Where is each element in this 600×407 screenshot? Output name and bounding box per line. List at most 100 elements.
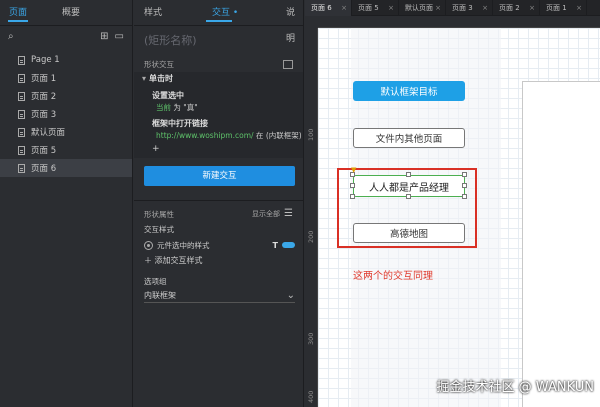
page-item-label: 页面 2 [31, 92, 57, 102]
add-interaction-style-button[interactable]: ＋ 添加交互样式 [134, 253, 303, 269]
expand-icon[interactable] [283, 59, 293, 69]
doc-tab-default[interactable]: 默认页面 × [399, 0, 446, 16]
target-current: 当前 [156, 103, 171, 112]
event-onclick[interactable]: 单击时 [134, 72, 303, 86]
props-section-title: 形状属性 [144, 209, 174, 219]
doc-tab-label: 页面 6 [311, 4, 332, 12]
canvas-area: 页面 6 × 页面 5 × 默认页面 × 页面 3 × 页面 2 × 页面 1 × 100 … [305, 0, 600, 407]
option-group-value: 内联框架 [144, 291, 176, 300]
link-url: http://www.woshipm.com/ [156, 131, 254, 140]
doc-tab-label: 页面 3 [452, 4, 473, 12]
close-icon[interactable]: × [482, 0, 488, 16]
doc-tab-page-2[interactable]: 页面 2 × [493, 0, 540, 16]
vertical-ruler: 100 200 300 400 [305, 28, 318, 407]
resize-handle[interactable] [406, 194, 411, 199]
close-icon[interactable]: × [529, 0, 535, 16]
add-folder-icon[interactable]: ▭ [115, 32, 124, 42]
widget-default-frame-target[interactable]: 默认框架目标 [353, 81, 465, 101]
page-list: Page 1 页面 1 页面 2 页面 3 默认页面 页面 5 页面 6 [0, 51, 132, 177]
doc-tab-label: 页面 1 [546, 4, 567, 12]
detail-text: 在 (内联框架) [253, 131, 302, 140]
doc-tab-page-5[interactable]: 页面 5 × [352, 0, 399, 16]
page-icon [18, 127, 25, 137]
page-item-label: 页面 3 [31, 110, 57, 120]
pages-toolbar: ⌕ ⊞ ▭ [0, 26, 132, 48]
menu-icon: ☰ [284, 208, 293, 219]
resize-handle[interactable] [462, 172, 467, 177]
option-group-title: 选项组 [144, 277, 167, 286]
close-icon[interactable]: × [435, 0, 441, 16]
page-item-page-1[interactable]: Page 1 [0, 51, 132, 69]
ruler-tick: 100 [307, 128, 315, 141]
interaction-list: 单击时 设置选中 当前 为 "真" 框架中打开链接 http://www.wos… [134, 72, 303, 158]
tab-interactions[interactable]: 交互 • [194, 0, 280, 25]
page-item-1[interactable]: 页面 1 [0, 69, 132, 87]
shape-name-field[interactable]: (矩形名称) [134, 26, 303, 56]
resize-handle[interactable] [406, 172, 411, 177]
page-icon [18, 55, 25, 65]
page-item-6[interactable]: 页面 6 [0, 159, 132, 177]
interaction-section-title: 形状交互 [144, 59, 174, 69]
page-icon [18, 145, 25, 155]
plus-icon: ＋ [144, 256, 155, 265]
widget-amap[interactable]: 高德地图 [353, 223, 465, 243]
page-item-label: 页面 1 [31, 74, 57, 84]
action-set-selected[interactable]: 设置选中 [134, 89, 303, 102]
page-item-default[interactable]: 默认页面 [0, 123, 132, 141]
search-icon[interactable]: ⌕ [8, 32, 14, 42]
design-canvas[interactable]: 默认框架目标 文件内其他页面 人人都是产品经理 ▼ 高德地图 这两个的交互同理 [318, 28, 600, 407]
action-set-selected-detail: 当前 为 "真" [134, 102, 303, 114]
add-style-label: 添加交互样式 [154, 256, 203, 265]
resize-handle[interactable] [350, 183, 355, 188]
option-group-select[interactable]: 内联框架 ⌄ [144, 289, 295, 303]
inspector-tabs: 样式 交互 • 说明 [134, 0, 303, 44]
watermark: 掘金技术社区 @ WANKUN [436, 380, 594, 395]
tab-style[interactable]: 样式 [134, 0, 194, 25]
resize-handle[interactable] [462, 194, 467, 199]
show-all-toggle[interactable]: 显示全部 ☰ [252, 209, 293, 219]
page-item-2[interactable]: 页面 2 [0, 87, 132, 105]
add-action-button[interactable]: + [134, 142, 303, 156]
interaction-section-header: 形状交互 [134, 56, 303, 72]
page-item-label: 默认页面 [31, 128, 66, 138]
document-tabs: 页面 6 × 页面 5 × 默认页面 × 页面 3 × 页面 2 × 页面 1 × [305, 0, 600, 16]
page-item-3[interactable]: 页面 3 [0, 105, 132, 123]
show-all-label: 显示全部 [252, 210, 281, 218]
add-page-icon[interactable]: ⊞ [100, 32, 108, 42]
tab-outline[interactable]: 概要 [36, 0, 106, 25]
props-section-header: 形状属性 显示全部 ☰ [134, 205, 303, 223]
selected-style-icon [144, 240, 153, 250]
action-open-in-frame[interactable]: 框架中打开链接 [134, 117, 303, 130]
ruler-tick: 300 [307, 332, 315, 345]
close-icon[interactable]: × [341, 0, 347, 16]
style-item-row[interactable]: 元件选中的样式 T [134, 237, 303, 253]
resize-handle[interactable] [462, 183, 467, 188]
page-icon [18, 91, 25, 101]
widget-other-page[interactable]: 文件内其他页面 [353, 128, 465, 148]
page-icon [18, 109, 25, 119]
pages-panel-tabs: 页面 概要 [0, 0, 132, 26]
doc-tab-page-1[interactable]: 页面 1 × [540, 0, 587, 16]
new-interaction-button[interactable]: 新建交互 [144, 166, 295, 186]
chevron-down-icon: ⌄ [286, 289, 295, 301]
doc-tab-page-6[interactable]: 页面 6 × [305, 0, 352, 16]
page-item-5[interactable]: 页面 5 [0, 141, 132, 159]
interaction-style-title: 交互样式 [144, 225, 174, 234]
inspector-panel: 样式 交互 • 说明 (矩形名称) 形状交互 单击时 设置选中 当前 为 "真"… [134, 0, 304, 407]
ruler-tick: 400 [307, 390, 315, 403]
resize-handle[interactable] [350, 194, 355, 199]
fill-color-swatch [282, 242, 295, 248]
tab-pages[interactable]: 页面 [0, 0, 36, 25]
interaction-marker-icon: ▼ [351, 166, 357, 174]
page-icon [18, 163, 25, 173]
doc-tab-page-3[interactable]: 页面 3 × [446, 0, 493, 16]
inline-frame-widget[interactable] [522, 81, 600, 407]
tab-notes[interactable]: 说明 [280, 0, 303, 44]
close-icon[interactable]: × [576, 0, 582, 16]
doc-tab-label: 默认页面 [405, 4, 433, 12]
detail-text: 为 "真" [171, 103, 198, 112]
page-item-label: 页面 6 [31, 164, 57, 174]
text-style-icon: T [272, 240, 278, 250]
close-icon[interactable]: × [388, 0, 394, 16]
horizontal-ruler [318, 16, 600, 28]
